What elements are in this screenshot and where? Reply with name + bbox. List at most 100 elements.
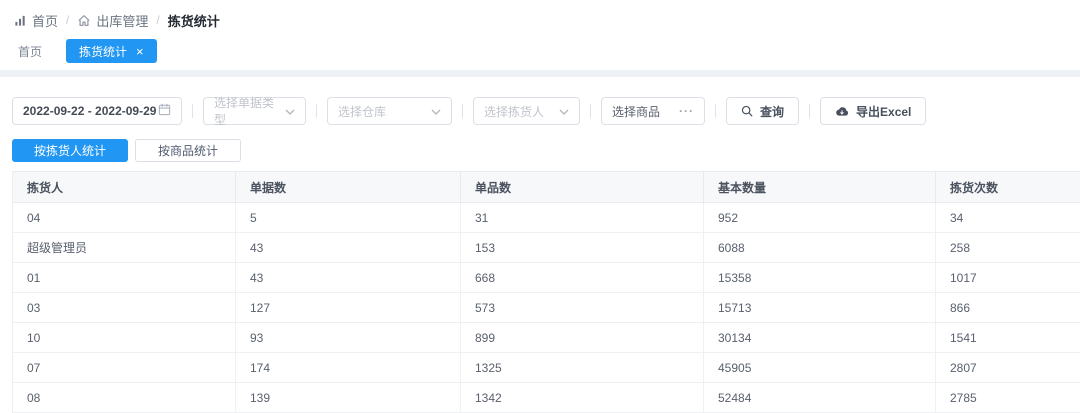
table-cell: 668 — [461, 263, 704, 293]
table-cell: 174 — [236, 353, 461, 383]
table-cell: 01 — [13, 263, 236, 293]
calendar-icon — [158, 103, 171, 119]
table-cell: 5 — [236, 203, 461, 233]
chevron-down-icon — [559, 104, 569, 118]
breadcrumb-item-label: 首页 — [32, 11, 58, 30]
table-cell: 2785 — [936, 383, 1080, 413]
page-divider — [0, 70, 1080, 77]
filter-divider — [316, 104, 317, 118]
table-cell: 15713 — [704, 293, 936, 323]
table-cell: 573 — [461, 293, 704, 323]
table-cell: 899 — [461, 323, 704, 353]
tab-bar: 首页 拣货统计 × — [0, 38, 1080, 64]
table-cell: 04 — [13, 203, 236, 233]
filter-divider — [590, 104, 591, 118]
table-cell: 258 — [936, 233, 1080, 263]
stats-table: 拣货人 单据数 单品数 基本数量 拣货次数 0453195234超级管理员431… — [12, 171, 1080, 413]
breadcrumb-item-outbound[interactable]: 出库管理 — [77, 11, 148, 30]
table-row: 0143668153581017 — [13, 263, 1080, 293]
picker-placeholder: 选择拣货人 — [484, 103, 544, 120]
table-cell: 15358 — [704, 263, 936, 293]
table-cell: 153 — [461, 233, 704, 263]
ellipsis-icon: ··· — [679, 104, 694, 118]
doc-type-placeholder: 选择单据类型 — [214, 94, 285, 128]
table-row: 超级管理员431536088258 — [13, 233, 1080, 263]
warehouse-select[interactable]: 选择仓库 — [327, 97, 452, 125]
product-placeholder: 选择商品 — [612, 103, 660, 120]
search-button[interactable]: 查询 — [726, 97, 799, 125]
table-cell: 866 — [936, 293, 1080, 323]
table-cell: 10 — [13, 323, 236, 353]
table-cell: 43 — [236, 263, 461, 293]
table-cell: 127 — [236, 293, 461, 323]
table-cell: 超级管理员 — [13, 233, 236, 263]
column-header-doc-count: 单据数 — [236, 172, 461, 203]
breadcrumb-item-home[interactable]: 首页 — [14, 11, 58, 30]
search-icon — [741, 105, 753, 117]
tab-picking-stats[interactable]: 拣货统计 × — [66, 39, 157, 63]
table-cell: 1541 — [936, 323, 1080, 353]
column-header-base-qty: 基本数量 — [704, 172, 936, 203]
chevron-down-icon — [431, 104, 441, 118]
table-cell: 1325 — [461, 353, 704, 383]
table-header-row: 拣货人 单据数 单品数 基本数量 拣货次数 — [13, 172, 1080, 203]
column-header-sku-count: 单品数 — [461, 172, 704, 203]
table-body: 0453195234超级管理员4315360882580143668153581… — [13, 203, 1080, 413]
table-cell: 30134 — [704, 323, 936, 353]
toggle-by-product[interactable]: 按商品统计 — [135, 139, 241, 162]
table-row: 0453195234 — [13, 203, 1080, 233]
table-cell: 03 — [13, 293, 236, 323]
breadcrumb-separator: / — [156, 13, 159, 27]
filter-divider — [462, 104, 463, 118]
stats-table-wrap: 拣货人 单据数 单品数 基本数量 拣货次数 0453195234超级管理员431… — [12, 171, 1068, 413]
doc-type-select[interactable]: 选择单据类型 — [203, 97, 306, 125]
table-cell: 139 — [236, 383, 461, 413]
cloud-download-icon — [835, 106, 849, 117]
table-cell: 1342 — [461, 383, 704, 413]
search-button-label: 查询 — [760, 103, 784, 120]
page-title: 拣货统计 — [168, 11, 220, 30]
tab-label: 拣货统计 — [79, 43, 127, 60]
table-cell: 1017 — [936, 263, 1080, 293]
stats-icon — [14, 14, 27, 27]
table-cell: 07 — [13, 353, 236, 383]
filter-divider — [192, 104, 193, 118]
product-select[interactable]: 选择商品 ··· — [601, 97, 705, 125]
column-header-pick-times: 拣货次数 — [936, 172, 1080, 203]
chevron-down-icon — [285, 104, 295, 118]
table-cell: 93 — [236, 323, 461, 353]
export-excel-button[interactable]: 导出Excel — [820, 97, 926, 125]
filter-divider — [715, 104, 716, 118]
table-row: 0312757315713866 — [13, 293, 1080, 323]
table-cell: 2807 — [936, 353, 1080, 383]
filter-bar: 2022-09-22 - 2022-09-29 选择单据类型 选择仓库 选择拣货… — [12, 97, 1068, 125]
view-toggle: 按拣货人统计 按商品统计 — [12, 139, 1068, 162]
table-cell: 43 — [236, 233, 461, 263]
table-cell: 08 — [13, 383, 236, 413]
breadcrumb-separator: / — [66, 13, 69, 27]
export-excel-label: 导出Excel — [856, 103, 911, 120]
warehouse-placeholder: 选择仓库 — [338, 103, 386, 120]
column-header-picker: 拣货人 — [13, 172, 236, 203]
home-icon — [77, 14, 91, 27]
breadcrumb-item-current: 拣货统计 — [168, 11, 220, 30]
main-content: 2022-09-22 - 2022-09-29 选择单据类型 选择仓库 选择拣货… — [0, 77, 1080, 413]
breadcrumb-item-label: 出库管理 — [96, 11, 148, 30]
picker-select[interactable]: 选择拣货人 — [473, 97, 580, 125]
toggle-by-picker[interactable]: 按拣货人统计 — [12, 139, 128, 162]
close-icon[interactable]: × — [136, 45, 144, 58]
table-cell: 52484 — [704, 383, 936, 413]
date-range-value: 2022-09-22 - 2022-09-29 — [23, 104, 156, 118]
table-cell: 34 — [936, 203, 1080, 233]
table-cell: 45905 — [704, 353, 936, 383]
table-row: 081391342524842785 — [13, 383, 1080, 413]
tab-home[interactable]: 首页 — [10, 43, 50, 60]
table-row: 071741325459052807 — [13, 353, 1080, 383]
table-cell: 6088 — [704, 233, 936, 263]
breadcrumb: 首页 / 出库管理 / 拣货统计 — [0, 0, 1080, 34]
date-range-input[interactable]: 2022-09-22 - 2022-09-29 — [12, 97, 182, 125]
filter-divider — [809, 104, 810, 118]
table-cell: 31 — [461, 203, 704, 233]
table-row: 1093899301341541 — [13, 323, 1080, 353]
table-cell: 952 — [704, 203, 936, 233]
